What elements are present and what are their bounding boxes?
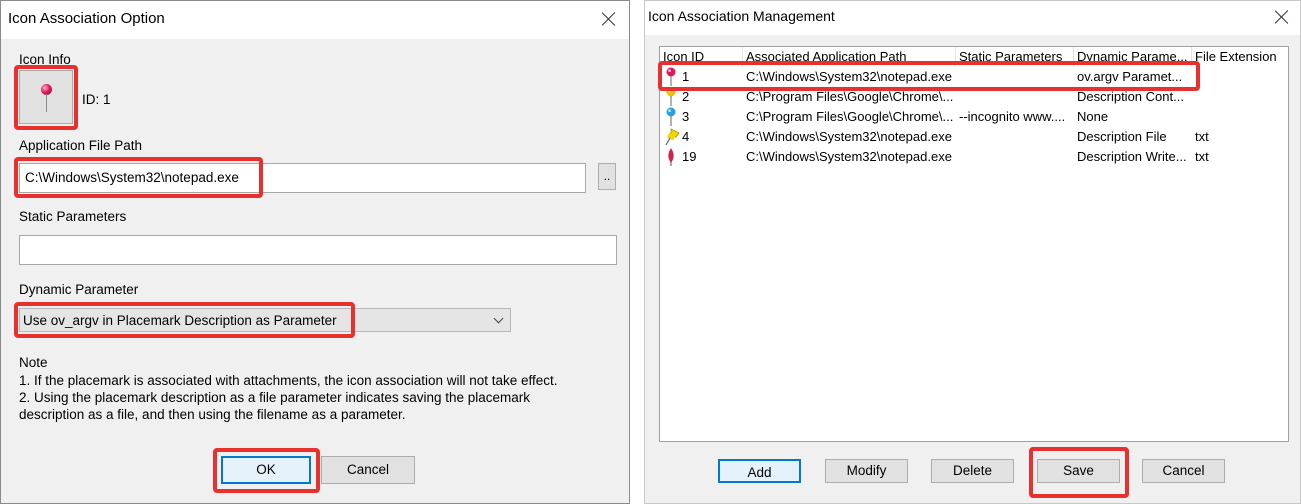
dialog-title: Icon Association Option [8,10,165,27]
row-dynamic-param: None [1077,109,1109,124]
row-dynamic-param: ov.argv Paramet... [1077,69,1183,84]
note-line-2: 2. Using the placemark description as a … [19,390,531,405]
pink-pushpin-icon [41,84,53,114]
row-icon-id: 4 [682,129,690,144]
row-app-path: C:\Windows\System32\notepad.exe [746,129,952,144]
yellow-pushpin-icon [666,87,680,106]
icon-info-label: Icon Info [19,52,71,67]
app-path-label: Application File Path [19,138,143,153]
row-static-params [959,147,1073,167]
row-static-params [959,67,1073,87]
note-line-1: 1. If the placemark is associated with a… [19,373,558,388]
icon-id-text: ID: 1 [82,92,111,107]
icon-association-management-dialog: Icon Association Management Icon ID Asso… [644,0,1301,504]
row-icon-id: 3 [682,109,690,124]
row-static-params: --incognito www.... [959,109,1066,124]
dynamic-param-select[interactable]: Use ov_argv in Placemark Description as … [19,308,511,332]
close-icon[interactable] [601,11,617,27]
modify-button[interactable]: Modify [825,459,908,483]
yellow-thumbtack-icon [665,127,680,146]
dialog-title: Icon Association Management [648,8,835,24]
row-dynamic-param: Description Cont... [1077,89,1184,104]
cancel-button[interactable]: Cancel [321,456,415,484]
pink-pushpin-icon [666,67,680,86]
column-header-static-params[interactable]: Static Parameters [956,47,1074,67]
row-file-extension [1195,87,1285,107]
app-path-input[interactable]: C:\Windows\System32\notepad.exe [19,163,586,193]
blue-pushpin-icon [666,107,680,126]
row-app-path: C:\Program Files\Google\Chrome\... [746,89,954,104]
icon-association-option-dialog: Icon Association Option Icon Info ID: 1 … [0,0,630,504]
column-header-app-path[interactable]: Associated Application Path [743,47,956,67]
row-icon-id: 19 [682,149,697,164]
row-static-params [959,127,1073,147]
row-icon-id: 1 [682,69,690,84]
row-app-path: C:\Program Files\Google\Chrome\... [746,109,954,124]
chevron-down-icon [493,313,504,324]
row-static-params [959,87,1073,107]
note-line-3: description as a file, and then using th… [19,407,406,422]
save-button[interactable]: Save [1037,459,1120,483]
row-icon-id: 2 [682,89,690,104]
note-title: Note [19,355,48,370]
dynamic-param-value: Use ov_argv in Placemark Description as … [23,313,337,328]
row-dynamic-param: Description File [1077,129,1167,144]
add-button[interactable]: Add [718,459,801,483]
icon-association-list[interactable]: Icon ID Associated Application Path Stat… [659,46,1289,442]
browse-button[interactable]: .. [598,163,616,190]
row-file-extension: txt [1195,129,1209,144]
row-file-extension: txt [1195,149,1209,164]
title-bar: Icon Association Option [1,1,629,39]
delete-button[interactable]: Delete [931,459,1014,483]
static-params-input[interactable] [19,235,617,265]
row-app-path: C:\Windows\System32\notepad.exe [746,69,952,84]
cancel-button[interactable]: Cancel [1142,459,1225,483]
ok-button[interactable]: OK [221,456,311,484]
row-app-path: C:\Windows\System32\notepad.exe [746,149,952,164]
column-header-icon-id[interactable]: Icon ID [660,47,743,67]
icon-select-button[interactable] [19,70,73,124]
row-dynamic-param: Description Write... [1077,149,1187,164]
column-header-dynamic-param[interactable]: Dynamic Parame... [1074,47,1192,67]
dynamic-param-label: Dynamic Parameter [19,282,139,297]
column-header-file-extension[interactable]: File Extension [1192,47,1288,67]
app-path-value: C:\Windows\System32\notepad.exe [25,170,239,185]
title-bar: Icon Association Management [645,1,1300,35]
row-file-extension [1195,67,1285,87]
row-file-extension [1195,107,1285,127]
red-marker-icon [665,147,679,166]
static-params-label: Static Parameters [19,209,127,224]
close-icon[interactable] [1274,9,1290,25]
